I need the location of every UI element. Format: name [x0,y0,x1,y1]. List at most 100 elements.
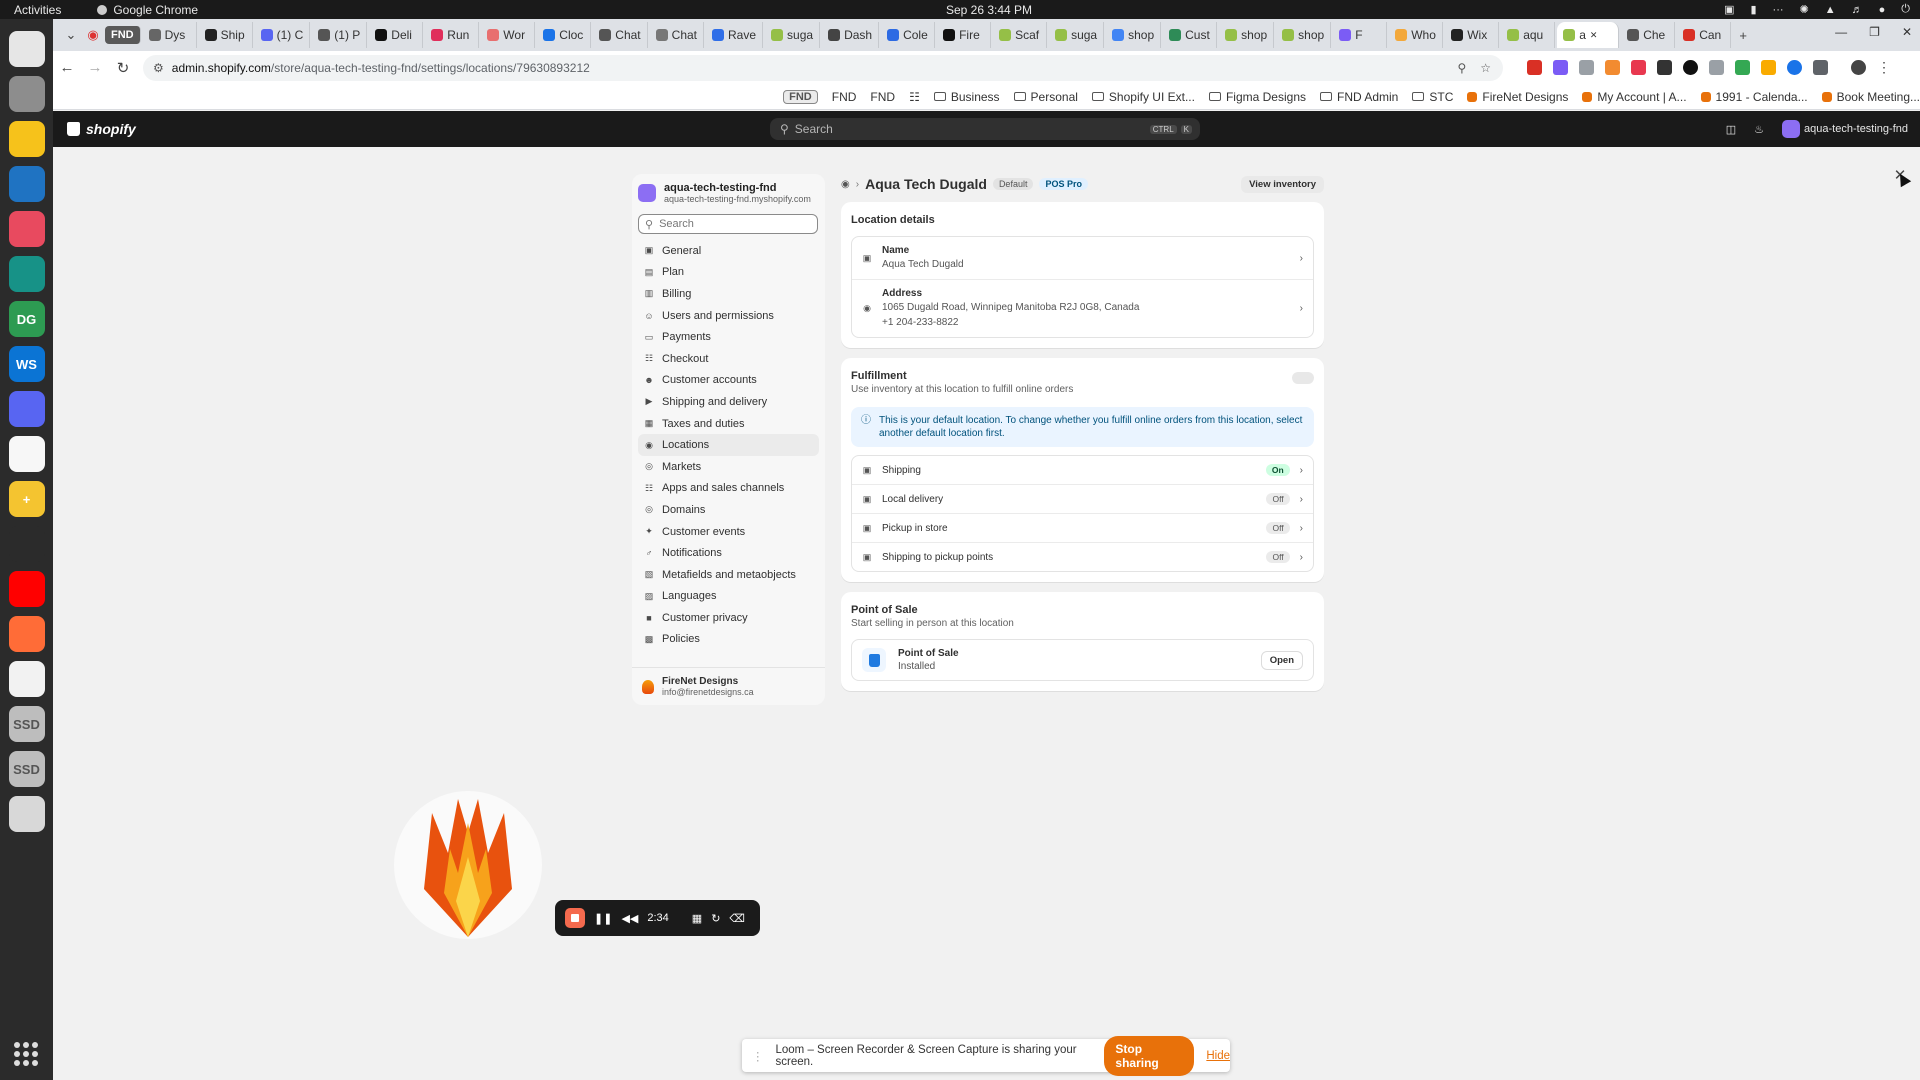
sidebar-item-payments[interactable]: ▭ Payments [638,326,819,348]
restore-icon[interactable]: ❐ [1869,25,1880,39]
app-menu[interactable]: Google Chrome [97,3,198,17]
forward-icon[interactable]: → [81,54,109,82]
delete-icon[interactable]: ⌫ [729,912,745,925]
notifications-bell-icon[interactable]: ♨ [1754,123,1764,136]
browser-tab[interactable]: Wix [1445,22,1500,48]
browser-tab[interactable]: Cust [1163,22,1218,48]
browser-tab[interactable]: Dash [822,22,880,48]
bookmark-item[interactable]: My Account | A... [1582,90,1687,104]
clock[interactable]: Sep 26 3:44 PM [946,3,1032,17]
sidebar-item-customer-privacy[interactable]: ■ Customer privacy [638,607,819,629]
bookmark-item[interactable]: FireNet Designs [1467,90,1568,104]
power-icon[interactable]: ⏻ [1901,3,1910,16]
new-tab-button[interactable]: + [1733,25,1753,45]
activities-button[interactable]: Activities [0,3,75,17]
address-row[interactable]: ◉ Address 1065 Dugald Road, Winnipeg Man… [852,279,1313,337]
extension-icon[interactable] [1579,60,1594,75]
dock-gitkraken-icon[interactable] [8,256,45,292]
discord-tray-icon[interactable]: ▣ [1724,3,1734,16]
bookmark-folder[interactable]: FND Admin [1320,90,1398,104]
open-pos-button[interactable]: Open [1260,650,1303,670]
close-tab-icon[interactable]: ✕ [1590,30,1598,41]
dock-disk-2-icon[interactable]: SSD [8,751,45,787]
sidebar-item-plan[interactable]: ▤ Plan [638,262,819,284]
sidebar-item-customer-accounts[interactable]: ☻ Customer accounts [638,370,819,392]
pause-icon[interactable]: ❚❚ [594,912,612,925]
dock-sticky-notes-icon[interactable]: + [8,481,45,517]
reload-icon[interactable]: ↻ [109,54,137,82]
bookmark-folder[interactable]: Shopify UI Ext... [1091,90,1195,104]
apps-grid-icon[interactable]: ☷ [909,90,920,104]
sidebar-item-domains[interactable]: ◎ Domains [638,499,819,521]
stop-sharing-button[interactable]: Stop sharing [1104,1035,1195,1076]
grid-icon[interactable]: ▦ [692,912,702,925]
dock-tool-a-icon[interactable] [8,211,45,247]
sidebar-item-users-and-permissions[interactable]: ☺ Users and permissions [638,305,819,327]
fulfillment-method-row[interactable]: ▣ Pickup in store Off › [852,513,1313,542]
browser-tab[interactable]: Che [1621,22,1676,48]
sidebar-item-locations[interactable]: ◉ Locations [638,434,819,456]
dock-discord-icon[interactable] [8,391,45,427]
sidebar-item-taxes-and-duties[interactable]: ▦ Taxes and duties [638,413,819,435]
dock-vscode-icon[interactable] [8,166,45,202]
browser-tab[interactable]: (1) P [312,22,368,48]
bookmark-item[interactable]: Book Meeting... [1821,90,1920,104]
dock-pen-icon[interactable] [8,526,45,562]
browser-tab[interactable]: Deli [369,22,424,48]
view-inventory-button[interactable]: View inventory [1241,175,1324,193]
inbox-icon[interactable]: ◫ [1726,123,1736,136]
drag-handle-icon[interactable]: ⋮ [752,1049,764,1063]
browser-tab[interactable]: Wor [481,22,536,48]
fulfillment-method-row[interactable]: ▣ Shipping On › [852,456,1313,484]
location-icon[interactable]: ◉ [841,179,850,190]
zoom-icon[interactable]: ⚲ [1457,61,1466,75]
extension-icon[interactable] [1761,60,1776,75]
bookmark-item[interactable]: FND [783,89,818,104]
browser-tab[interactable]: Scaf [993,22,1048,48]
browser-tab[interactable]: Ship [199,22,253,48]
dock-webstorm-icon[interactable]: WS [8,346,45,382]
bookmark-folder[interactable]: Business [933,90,1000,104]
browser-tab[interactable]: Rave [706,22,764,48]
sidebar-item-policies[interactable]: ▩ Policies [638,629,819,651]
extension-icon[interactable] [1683,60,1698,75]
bookmark-item[interactable]: FND [870,90,895,104]
dock-datagrip-icon[interactable]: DG [8,301,45,337]
extension-icon[interactable] [1553,60,1568,75]
sidebar-item-metafields-and-metaobjects[interactable]: ▧ Metafields and metaobjects [638,564,819,586]
sidebar-item-languages[interactable]: ▨ Languages [638,586,819,608]
site-info-icon[interactable]: ⚙ [153,61,164,75]
extension-icon[interactable] [1605,60,1620,75]
extensions-puzzle-icon[interactable] [1813,60,1828,75]
bookmark-star-icon[interactable]: ☆ [1480,61,1491,75]
dock-trash-icon[interactable] [8,796,45,832]
settings-search-input[interactable]: ⚲ Search [638,214,818,234]
close-window-icon[interactable]: ✕ [1902,25,1912,39]
fulfillment-method-row[interactable]: ▣ Local delivery Off › [852,484,1313,513]
chrome-menu-icon[interactable]: ⋮ [1877,59,1891,76]
rewind-icon[interactable]: ◀◀ [621,912,638,925]
browser-tab[interactable]: F [1333,22,1388,48]
tab-search-icon[interactable]: ⌄ [61,25,81,45]
dock-postman-icon[interactable] [8,616,45,652]
shopify-logo[interactable]: shopify [67,121,136,137]
hide-share-bar-link[interactable]: Hide [1206,1050,1230,1062]
fulfill-online-toggle[interactable] [1292,372,1314,384]
sidebar-item-billing[interactable]: ▥ Billing [638,283,819,305]
browser-tab[interactable]: shop [1219,22,1275,48]
sidebar-item-customer-events[interactable]: ✦ Customer events [638,521,819,543]
loom-camera-bubble[interactable] [394,791,542,939]
extension-icon[interactable] [1735,60,1750,75]
settings-tray-icon[interactable]: ✺ [1800,3,1809,16]
dock-text-editor-icon[interactable] [8,661,45,697]
sidebar-item-notifications[interactable]: ♂ Notifications [638,542,819,564]
shopify-search-input[interactable]: ⚲ Search CTRL K [770,118,1200,140]
stop-recording-button[interactable] [565,908,585,928]
minimize-icon[interactable]: — [1835,25,1847,39]
dock-chrome-icon[interactable] [8,31,45,67]
dock-youtube-music-icon[interactable] [8,571,45,607]
extension-icon[interactable] [1657,60,1672,75]
browser-tab[interactable]: (1) C [255,22,311,48]
restart-icon[interactable]: ↻ [711,912,720,925]
recording-icon[interactable]: ◉ [83,25,103,45]
